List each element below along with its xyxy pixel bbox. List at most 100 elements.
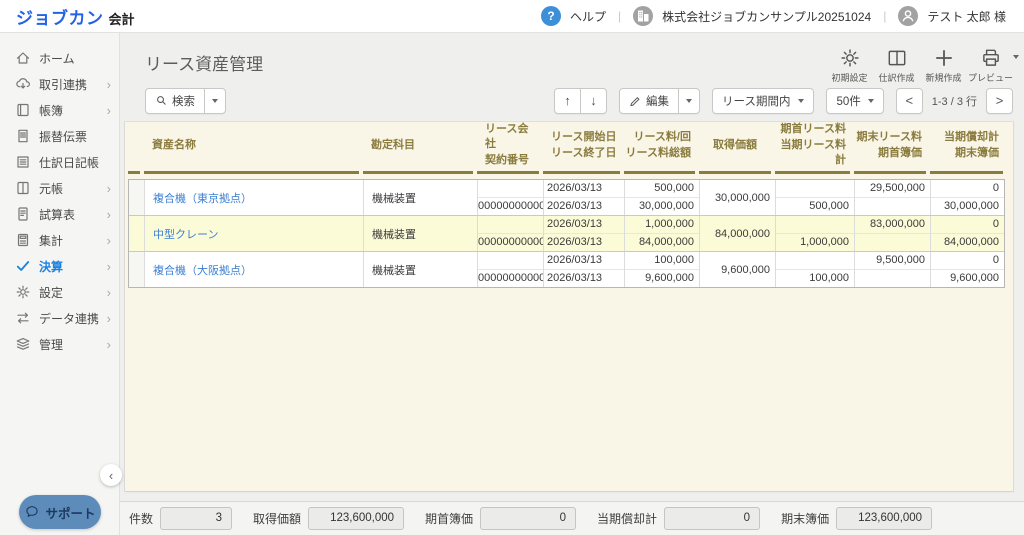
- sidebar-item-home[interactable]: ホーム: [0, 45, 119, 71]
- sidebar-item-data-link[interactable]: データ連携›: [0, 305, 119, 331]
- column-header-begin-lease[interactable]: 期首リース料当期リース料計: [775, 122, 854, 174]
- chevron-right-icon: ›: [107, 312, 111, 325]
- action-label: 新規作成: [925, 71, 961, 84]
- asset-link[interactable]: 複合機（東京拠点）: [153, 190, 252, 206]
- lease-company-value: [478, 216, 543, 234]
- asset-link[interactable]: 中型クレーン: [153, 226, 218, 242]
- column-header-lease-fee[interactable]: リース料/回リース料総額: [624, 122, 699, 174]
- column-header-lease-dates[interactable]: リース開始日リース終了日: [543, 122, 624, 174]
- sidebar-item-label: 振替伝票: [39, 128, 111, 145]
- column-header-acquisition[interactable]: 取得価額: [699, 122, 775, 174]
- row-select-cell[interactable]: [129, 216, 145, 251]
- sidebar-item-label: 元帳: [39, 180, 107, 197]
- sidebar-item-transfer-slip[interactable]: 振替伝票: [0, 123, 119, 149]
- sidebar-item-trial-balance[interactable]: 試算表›: [0, 201, 119, 227]
- chevron-right-icon: ›: [107, 78, 111, 91]
- sidebar-item-journal[interactable]: 仕訳日記帳: [0, 149, 119, 175]
- column-header-asset-name[interactable]: 資産名称: [144, 122, 363, 174]
- layers-icon: [15, 336, 31, 352]
- help-icon[interactable]: ?: [541, 6, 561, 26]
- end-lease-fee-value: 9,500,000: [855, 252, 930, 270]
- begin-book-value: [855, 234, 930, 251]
- initial-settings-button[interactable]: 初期設定: [826, 46, 873, 84]
- sort-down-button[interactable]: ↓: [580, 88, 607, 114]
- logo-suffix: 会計: [109, 9, 135, 28]
- sidebar-item-label: ホーム: [39, 50, 111, 67]
- preview-button[interactable]: プレビュー: [967, 46, 1014, 84]
- search-button[interactable]: 検索: [145, 88, 205, 114]
- plus-icon: [933, 46, 955, 70]
- sidebar-item-transactions[interactable]: 取引連携›: [0, 71, 119, 97]
- page-size-dropdown[interactable]: 50件: [826, 88, 883, 114]
- help-link[interactable]: ヘルプ: [570, 8, 606, 25]
- topbar-separator: |: [615, 9, 624, 23]
- fee-total-value: 9,600,000: [625, 270, 699, 287]
- pagination-prev-button[interactable]: <: [896, 88, 923, 114]
- depreciation-value: 0: [931, 252, 1004, 270]
- column-header-lease-company-contract[interactable]: リース会社契約番号: [477, 122, 543, 174]
- table-row[interactable]: 複合機（東京拠点）機械装置0000000000012026/03/132026/…: [129, 180, 1004, 215]
- create-new-button[interactable]: 新規作成: [920, 46, 967, 84]
- dates-cell: 2026/03/132026/03/13: [544, 252, 625, 287]
- end-lease-fee-value: 83,000,000: [855, 216, 930, 234]
- user-name[interactable]: テスト 太郎 様: [927, 8, 1006, 25]
- start-date-value: 2026/03/13: [544, 252, 624, 270]
- table-row[interactable]: 複合機（大阪拠点）機械装置0000000000022026/03/132026/…: [129, 251, 1004, 287]
- asset-name-cell: 複合機（大阪拠点）: [145, 252, 364, 287]
- search-caret-button[interactable]: [204, 88, 226, 114]
- row-select-cell[interactable]: [129, 252, 145, 287]
- support-button[interactable]: サポート: [19, 495, 101, 529]
- sidebar-item-management[interactable]: 管理›: [0, 331, 119, 357]
- sidebar-item-settings[interactable]: 設定›: [0, 279, 119, 305]
- chevron-right-icon: ›: [107, 338, 111, 351]
- company-name[interactable]: 株式会社ジョブカンサンプル20251024: [662, 8, 871, 25]
- column-header-end-lease[interactable]: 期末リース料期首簿価: [854, 122, 930, 174]
- sidebar-item-label: 試算表: [39, 206, 107, 223]
- sidebar-collapse-button[interactable]: ‹: [100, 464, 122, 486]
- end-lease-cell: 29,500,000: [855, 180, 931, 215]
- summary-count: 件数3: [129, 507, 232, 530]
- begin-book-value: [855, 198, 930, 215]
- logo-text: ジョブカン: [16, 4, 104, 29]
- column-header-account[interactable]: 勘定科目: [363, 122, 477, 174]
- begin-lease-cell: 100,000: [776, 252, 855, 287]
- arrow-up-icon: ↑: [564, 93, 571, 108]
- pagination-text: 1-3 / 3 行: [923, 93, 986, 109]
- lease-period-filter-dropdown[interactable]: リース期間内: [712, 88, 814, 114]
- sidebar-item-aggregation[interactable]: 集計›: [0, 227, 119, 253]
- sidebar-item-closing[interactable]: 決算›: [0, 253, 119, 279]
- printer-icon: [980, 46, 1002, 70]
- chevron-down-icon: [212, 99, 218, 103]
- create-journal-button[interactable]: 仕訳作成: [873, 46, 920, 84]
- fee-cell: 1,000,00084,000,000: [625, 216, 700, 251]
- edit-caret-button[interactable]: [678, 88, 700, 114]
- sidebar-item-ledger[interactable]: 元帳›: [0, 175, 119, 201]
- end-book-value: 9,600,000: [931, 270, 1004, 287]
- action-label: プレビュー: [968, 71, 1013, 84]
- table-row[interactable]: 中型クレーン機械装置0000000000032026/03/132026/03/…: [129, 215, 1004, 251]
- company-contract-cell: 000000000001: [478, 180, 544, 215]
- company-contract-cell: 000000000002: [478, 252, 544, 287]
- pagination-next-button[interactable]: >: [986, 88, 1013, 114]
- end-book-value: 30,000,000: [931, 198, 1004, 215]
- asset-name-cell: 複合機（東京拠点）: [145, 180, 364, 215]
- begin-book-value: [855, 270, 930, 287]
- page-actions: 初期設定仕訳作成新規作成プレビュー: [826, 46, 1014, 84]
- column-header-depreciation[interactable]: 当期償却計期末簿価: [930, 122, 1003, 174]
- table-header: 資産名称勘定科目リース会社契約番号リース開始日リース終了日リース料/回リース料総…: [128, 122, 1005, 174]
- main-content: リース資産管理 初期設定仕訳作成新規作成プレビュー 検索 ↑ ↓: [120, 33, 1024, 535]
- chevron-down-icon: [1013, 55, 1019, 59]
- gear-icon: [839, 46, 861, 70]
- acquisition-cell: 30,000,000: [700, 180, 776, 215]
- chevron-right-icon: ›: [107, 208, 111, 221]
- sort-up-button[interactable]: ↑: [554, 88, 581, 114]
- app-logo: ジョブカン 会計: [16, 4, 135, 29]
- asset-link[interactable]: 複合機（大阪拠点）: [153, 262, 252, 278]
- dates-cell: 2026/03/132026/03/13: [544, 180, 625, 215]
- edit-button[interactable]: 編集: [619, 88, 679, 114]
- arrow-down-icon: ↓: [590, 93, 597, 108]
- topbar-separator: |: [880, 9, 889, 23]
- row-select-cell[interactable]: [129, 180, 145, 215]
- sidebar-item-books[interactable]: 帳簿›: [0, 97, 119, 123]
- chevron-left-icon: <: [905, 93, 913, 108]
